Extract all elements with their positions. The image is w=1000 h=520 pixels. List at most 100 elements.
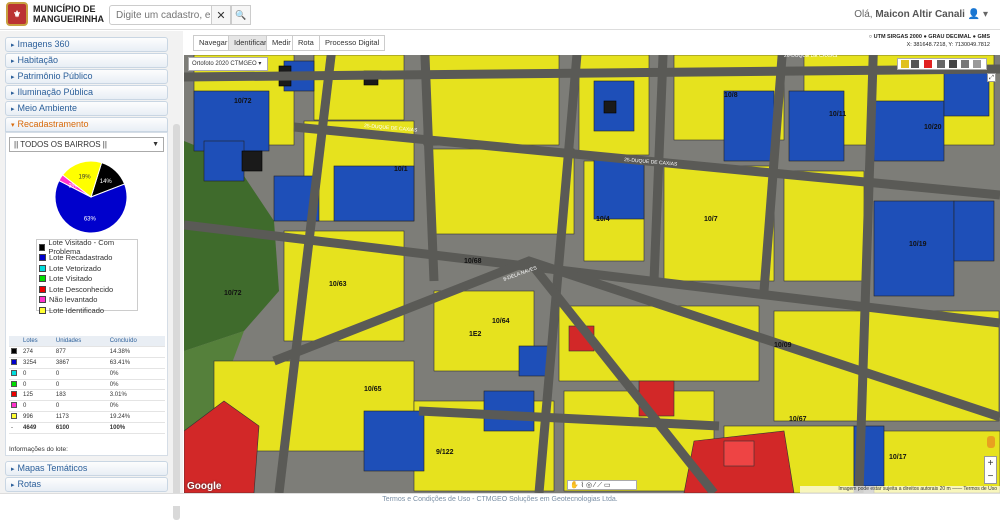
- print-icon[interactable]: [949, 60, 957, 68]
- footer-text[interactable]: Termos e Condições de Uso - CTMGEO Soluç…: [382, 496, 617, 503]
- table-cell-lotes: 996: [21, 411, 54, 423]
- bairro-select-value: || TODOS OS BAIRROS ||: [14, 140, 107, 149]
- bairro-select[interactable]: || TODOS OS BAIRROS || ▼: [9, 137, 164, 152]
- chevron-right-icon: ▸: [11, 42, 15, 49]
- table-cell-concluido: 14.38%: [107, 346, 165, 359]
- expand-icon[interactable]: [973, 60, 981, 68]
- zoom-control: + −: [984, 456, 997, 484]
- sidebar-item-rotas[interactable]: ▸ Rotas: [5, 477, 168, 492]
- svg-text:10/67: 10/67: [789, 416, 807, 423]
- coord-values: X: 381648.7218, Y: 7130049.7812: [906, 42, 990, 48]
- draw-tools[interactable]: ✋ ⌇ ◎ ⁄ ⟋ ▭: [567, 480, 637, 490]
- table-cell-lotes: 4649: [21, 422, 54, 434]
- sidebar-item-imagens-360[interactable]: ▸ Imagens 360: [5, 37, 168, 52]
- table-cell-concluido: 3.01%: [107, 389, 165, 402]
- table-row: 0 0 0%: [9, 368, 165, 380]
- legend-swatch: [39, 306, 46, 314]
- sidebar-item-iluminacao[interactable]: ▸ Iluminação Pública: [5, 85, 168, 100]
- processo-digital-button[interactable]: Processo Digital: [319, 35, 386, 51]
- lot-info-label: Informações do lote:: [9, 446, 68, 453]
- svg-text:9/122: 9/122: [436, 449, 454, 456]
- user-name: Maicon Altir Canali: [875, 9, 965, 20]
- status-color-swatch: [11, 412, 17, 419]
- sidebar-item-recadastramento[interactable]: ▾ Recadastramento: [5, 117, 168, 132]
- legend-label: Lote Vetorizado: [49, 263, 102, 273]
- municipality-line1: MUNICÍPIO DE: [33, 4, 96, 14]
- legend-item: Lote Visitado: [39, 274, 135, 285]
- table-cell-concluido: 19.24%: [107, 411, 165, 423]
- sidebar-item-label: Imagens 360: [17, 39, 70, 49]
- legend-swatch: [39, 296, 46, 304]
- table-header-unidades: Unidades: [53, 336, 108, 348]
- table-cell-lotes: 0: [21, 379, 54, 391]
- coord-system-options[interactable]: ○ UTM SIRGAS 2000 ● GRAU DECIMAL ● GMS: [869, 33, 990, 41]
- table-header-row: Lotes Unidades Concluído: [9, 336, 165, 348]
- table-header-lotes: Lotes: [21, 336, 54, 348]
- search-icon: 🔍: [235, 9, 247, 20]
- svg-text:10/64: 10/64: [492, 318, 510, 325]
- row-marker: [9, 400, 21, 413]
- zoom-in-button[interactable]: +: [985, 457, 996, 470]
- sidebar-item-label: Recadastramento: [17, 119, 89, 129]
- sidebar-item-label: Habitação: [17, 55, 59, 65]
- clear-search-button[interactable]: ✕: [211, 5, 231, 25]
- legend-swatch: [39, 243, 46, 251]
- radio-icon[interactable]: ○: [869, 34, 872, 40]
- municipal-crest-icon: ⚜: [6, 2, 28, 26]
- svg-text:10/72: 10/72: [234, 98, 252, 105]
- user-menu[interactable]: Olá, Maicon Altir Canali 👤 ▾: [854, 9, 988, 20]
- sidebar-item-mapas-tematicos[interactable]: ▸ Mapas Temáticos: [5, 461, 168, 476]
- svg-text:10/8: 10/8: [724, 92, 738, 99]
- row-marker: [9, 357, 21, 369]
- table-row: -4649 6100 100%: [9, 422, 165, 434]
- legend-label: Lote Visitado: [49, 274, 93, 284]
- sidebar-item-patrimonio[interactable]: ▸ Patrimônio Público: [5, 69, 168, 84]
- fullscreen-button[interactable]: ⤢: [987, 73, 996, 82]
- sidebar-item-meio-ambiente[interactable]: ▸ Meio Ambiente: [5, 101, 168, 116]
- radio-icon[interactable]: ●: [923, 34, 926, 40]
- recadastramento-panel: || TODOS OS BAIRROS || ▼ 14% 63% 3% 19% Lote…: [5, 132, 168, 456]
- pie-legend: Lote Visitado - Com Problema Lote Recadas…: [36, 238, 138, 315]
- brand[interactable]: ⚜ MUNICÍPIO DE MANGUEIRINHA: [6, 2, 104, 26]
- table-row: 996 1173 19.24%: [9, 411, 165, 423]
- search-button[interactable]: 🔍: [231, 5, 251, 25]
- radio-icon[interactable]: ●: [973, 34, 976, 40]
- chevron-down-icon: ▼: [152, 141, 159, 148]
- layers-icon[interactable]: [911, 60, 919, 68]
- sidebar-item-label: Mapas Temáticos: [17, 463, 88, 473]
- table-cell-unidades: 0: [53, 400, 108, 413]
- svg-text:10/17: 10/17: [889, 454, 907, 461]
- sidebar-scrollbar[interactable]: [173, 124, 180, 520]
- table-cell-unidades: 1173: [53, 411, 108, 423]
- legend-swatch: [39, 275, 46, 283]
- svg-text:10/63: 10/63: [329, 281, 347, 288]
- table-cell-lotes: 0: [21, 400, 54, 413]
- municipality-line2: MANGUEIRINHA: [33, 14, 104, 24]
- lock-icon[interactable]: [937, 60, 945, 68]
- ruler-icon[interactable]: [901, 60, 909, 68]
- rota-button[interactable]: Rota: [292, 35, 320, 51]
- row-marker: [9, 346, 21, 359]
- table-cell-unidades: 877: [53, 346, 108, 359]
- legend-label: Lote Desconhecido: [49, 284, 114, 294]
- chevron-right-icon: ▸: [11, 482, 15, 489]
- color-icon[interactable]: [924, 60, 932, 68]
- table-row: 3254 3867 63.41%: [9, 357, 165, 369]
- sidebar-item-habitacao[interactable]: ▸ Habitação: [5, 53, 168, 68]
- table-header-marker: [9, 336, 21, 348]
- sidebar-item-label: Rotas: [17, 479, 42, 489]
- legend-swatch: [39, 254, 46, 262]
- street-view-pegman-icon[interactable]: [987, 436, 995, 448]
- zoom-out-button[interactable]: −: [985, 470, 996, 483]
- cadastral-map[interactable]: 10/72 10/1 10/8 10/11 10/20 10/4 10/7 10…: [184, 31, 1000, 493]
- svg-text:10/7: 10/7: [704, 216, 718, 223]
- map-attribution: Imagem pode estar sujeita a direitos aut…: [800, 486, 1000, 493]
- row-marker: -: [9, 422, 21, 434]
- basemap-select[interactable]: Ortofoto 2020 CTMGEO ▾: [188, 57, 268, 71]
- greeting-text: Olá,: [854, 9, 873, 20]
- table-cell-concluido: 0%: [107, 400, 165, 413]
- download-icon[interactable]: [961, 60, 969, 68]
- pie-slice-label: 19%: [79, 174, 92, 180]
- row-marker: [9, 389, 21, 402]
- map-canvas[interactable]: 10/72 10/1 10/8 10/11 10/20 10/4 10/7 10…: [184, 31, 1000, 493]
